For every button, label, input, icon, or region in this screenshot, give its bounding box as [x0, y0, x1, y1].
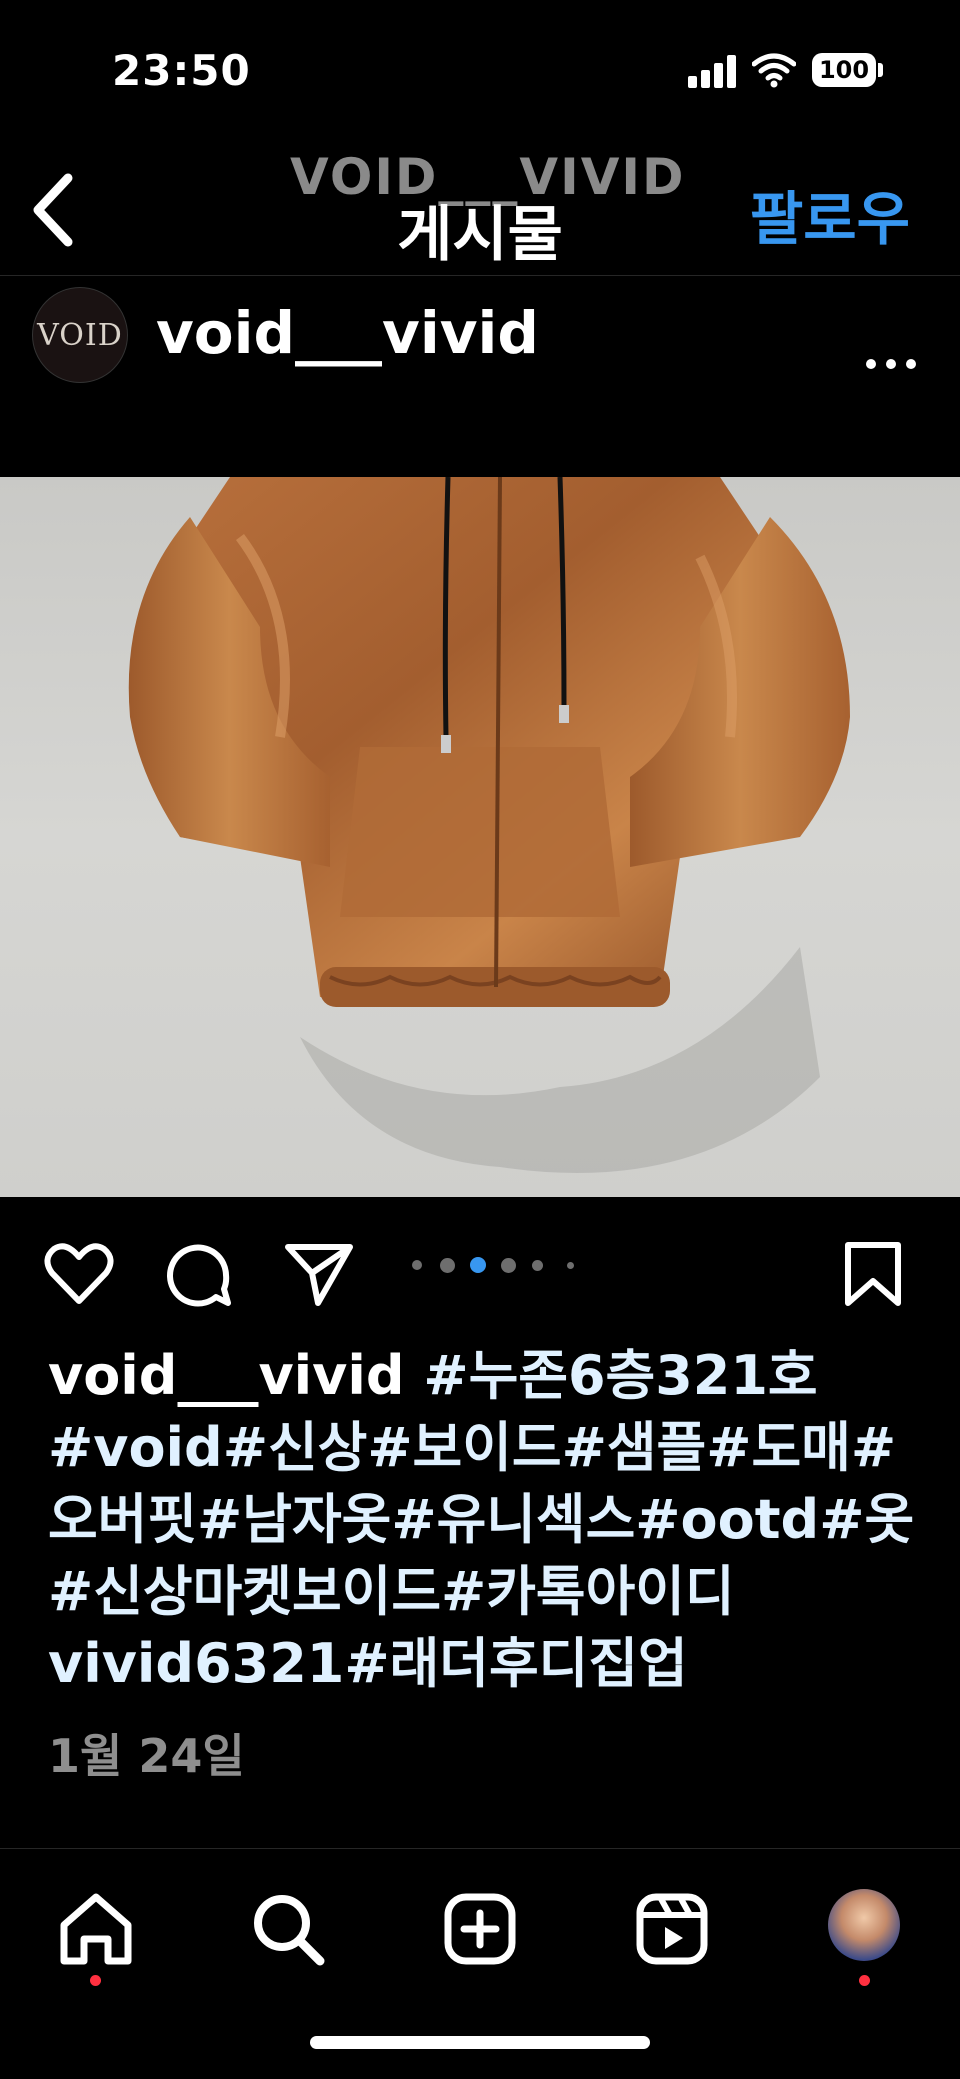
carousel-dot: [567, 1262, 574, 1269]
page-title: 게시물: [397, 200, 563, 270]
more-options-icon[interactable]: [866, 359, 916, 373]
search-icon[interactable]: [248, 1889, 328, 1969]
post-date: 1월 24일: [48, 1729, 245, 1783]
post-image[interactable]: [0, 477, 960, 1197]
home-indicator: [310, 2036, 650, 2049]
author-avatar[interactable]: VOID: [32, 287, 128, 383]
carousel-dot-active: [470, 1257, 486, 1273]
chevron-left-icon[interactable]: [28, 170, 78, 250]
battery-indicator: 100: [812, 53, 876, 87]
home-icon[interactable]: [56, 1889, 136, 1969]
bookmark-icon[interactable]: [838, 1239, 908, 1309]
send-icon[interactable]: [284, 1239, 354, 1309]
carousel-dot: [440, 1258, 455, 1273]
battery-tip: [878, 63, 883, 77]
carousel-dot: [532, 1260, 543, 1271]
status-time: 23:50: [112, 46, 251, 95]
cellular-signal-icon: [688, 54, 738, 88]
post-caption: void___vivid #누존6층321호 #void#신상#보이드#샘플#도…: [48, 1340, 928, 1700]
profile-notification-dot: [859, 1975, 870, 1986]
nav-header: VOID___VIVID 게시물 팔로우: [0, 130, 960, 276]
instagram-post-screen: 23:50 100 VOID___VIVID 게시물 팔로우 VOID void…: [0, 0, 960, 2079]
heart-icon[interactable]: [44, 1239, 114, 1309]
carousel-dot: [501, 1258, 516, 1273]
profile-avatar[interactable]: [828, 1889, 900, 1961]
caption-username[interactable]: void___vivid: [48, 1344, 405, 1407]
follow-button[interactable]: 팔로우: [750, 172, 910, 256]
comment-icon[interactable]: [164, 1239, 234, 1309]
status-bar: 23:50 100: [0, 0, 960, 130]
post-header: VOID void___vivid: [0, 277, 960, 477]
leather-jacket-image: [128, 477, 850, 1173]
carousel-dot: [412, 1260, 422, 1270]
home-notification-dot: [90, 1975, 101, 1986]
author-username[interactable]: void___vivid: [156, 299, 539, 367]
plus-square-icon[interactable]: [440, 1889, 520, 1969]
wifi-icon: [752, 53, 796, 88]
reels-icon[interactable]: [632, 1889, 712, 1969]
